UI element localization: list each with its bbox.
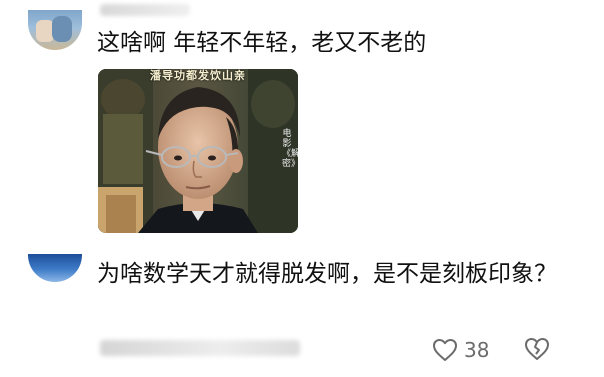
heart-outline-icon (433, 339, 457, 361)
comment-1-username-blurred (100, 4, 190, 16)
comment-1-avatar[interactable] (28, 10, 82, 50)
like-count: 38 (464, 338, 490, 362)
image-caption: 潘导功都发饮山亲 (150, 69, 246, 82)
like-button[interactable]: 38 (432, 337, 489, 363)
comment-2-text: 为啥数学天才就得脱发啊，是不是刻板印象？ (97, 261, 557, 287)
comment-2-meta-blurred (100, 340, 300, 356)
broken-heart-icon (525, 338, 549, 360)
comment-image[interactable]: 潘导功都发饮山亲 电影《解密》 (98, 69, 298, 233)
image-watermark: 电影《解密》 (282, 129, 298, 169)
movie-still-image (98, 69, 298, 233)
comment-2-avatar[interactable] (28, 254, 82, 282)
comment-1-text: 这啥啊 年轻不年轻，老又不老的 (97, 30, 427, 56)
dislike-button[interactable] (524, 337, 550, 365)
